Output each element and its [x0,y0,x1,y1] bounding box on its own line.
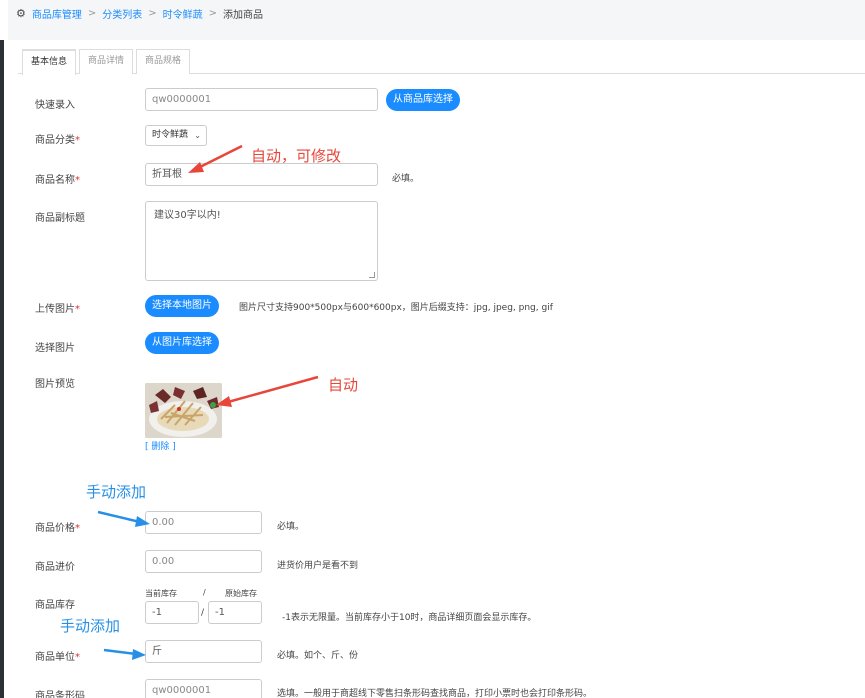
arrow-to-name-icon [188,144,243,173]
annotation-arrows [97,144,319,660]
arrow-to-price-icon [97,510,150,527]
arrow-to-image-icon [216,375,319,407]
arrow-to-unit-icon [103,648,146,660]
